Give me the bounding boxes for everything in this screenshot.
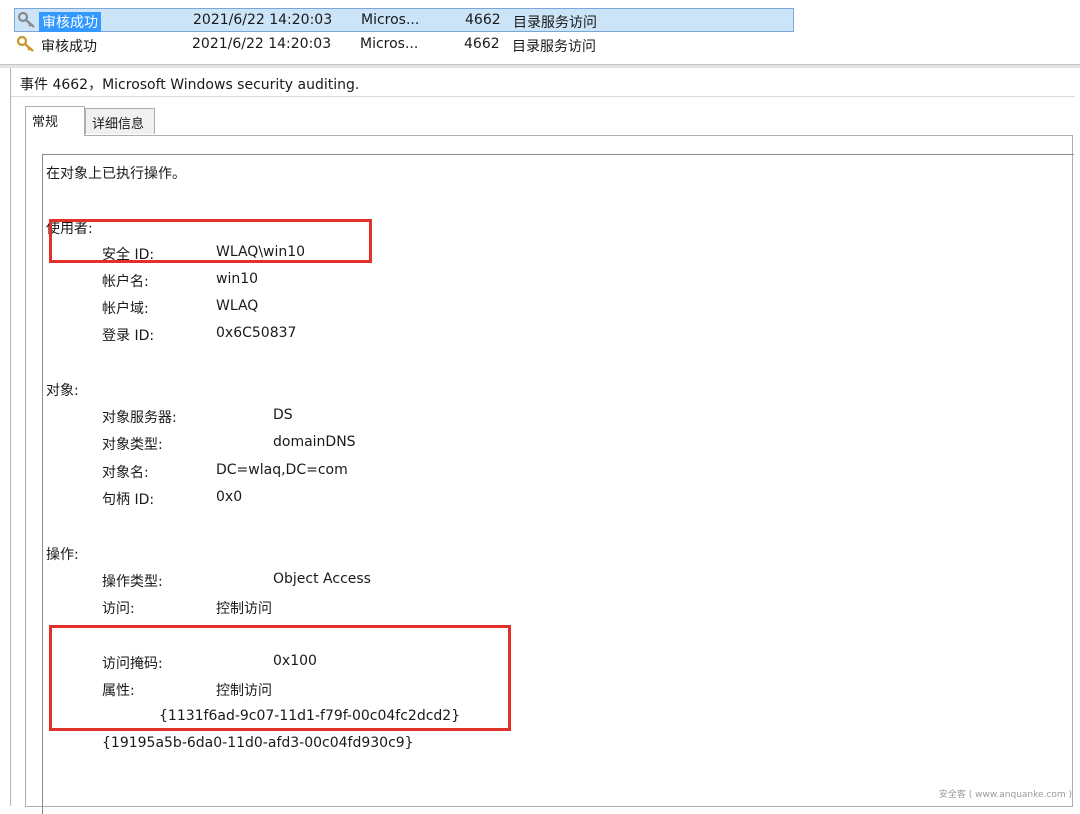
object-header: 对象: <box>46 383 79 399</box>
field-value: DS <box>273 407 293 423</box>
event-level: 审核成功 <box>39 12 101 32</box>
field-label: 操作类型: <box>102 574 163 590</box>
operation-header: 操作: <box>46 547 79 563</box>
event-source: Micros... <box>360 36 419 52</box>
event-level: 审核成功 <box>41 39 97 55</box>
event-row[interactable]: 审核成功 2021/6/22 14:20:03 Micros... 4662 目… <box>14 8 794 32</box>
event-id: 4662 <box>464 36 500 52</box>
field-label: 对象名: <box>102 465 149 481</box>
field-value: WLAQ <box>216 298 259 314</box>
event-description[interactable]: 在对象上已执行操作。 使用者: 安全 ID: WLAQ\win10 帐户名: w… <box>42 154 1074 814</box>
tab-content: 在对象上已执行操作。 使用者: 安全 ID: WLAQ\win10 帐户名: w… <box>25 135 1074 814</box>
event-title: 事件 4662，Microsoft Windows security audit… <box>20 77 360 93</box>
watermark: 安全客 ( www.anquanke.com ) <box>938 790 1072 800</box>
event-datetime: 2021/6/22 14:20:03 <box>192 36 332 52</box>
tab-details[interactable]: 详细信息 <box>85 108 155 134</box>
event-category: 目录服务访问 <box>512 39 596 55</box>
field-value: 0x0 <box>216 489 243 505</box>
field-value: 0x6C50837 <box>216 325 297 341</box>
audit-key-icon <box>16 35 34 52</box>
event-row[interactable]: 审核成功 2021/6/22 14:20:03 Micros... 4662 目… <box>14 33 794 57</box>
event-datetime: 2021/6/22 14:20:03 <box>193 12 333 28</box>
field-label: 帐户名: <box>102 274 149 290</box>
audit-key-icon <box>17 11 35 28</box>
field-value: domainDNS <box>273 434 356 450</box>
property-guid: {19195a5b-6da0-11d0-afd3-00c04fd930c9} <box>102 735 414 751</box>
field-label: 访问: <box>102 601 135 617</box>
field-value: DC=wlaq,DC=com <box>216 462 348 478</box>
event-list: 审核成功 2021/6/22 14:20:03 Micros... 4662 目… <box>0 0 1080 66</box>
field-label: 句柄 ID: <box>102 492 155 508</box>
field-label: 对象服务器: <box>102 410 177 426</box>
field-value: 控制访问 <box>216 601 272 617</box>
event-source: Micros... <box>361 12 420 28</box>
field-value: win10 <box>216 271 259 287</box>
field-label: 对象类型: <box>102 437 163 453</box>
event-id: 4662 <box>465 12 501 28</box>
highlight-box-security-id <box>49 219 372 263</box>
event-category: 目录服务访问 <box>513 15 597 31</box>
field-label: 登录 ID: <box>102 328 155 344</box>
highlight-box-access-mask <box>49 625 511 731</box>
divider <box>11 96 1075 97</box>
tab-general[interactable]: 常规 <box>25 106 85 136</box>
description-summary: 在对象上已执行操作。 <box>46 166 186 182</box>
field-value: Object Access <box>273 571 371 587</box>
event-detail-pane: 事件 4662，Microsoft Windows security audit… <box>10 68 1075 814</box>
field-label: 帐户域: <box>102 301 149 317</box>
